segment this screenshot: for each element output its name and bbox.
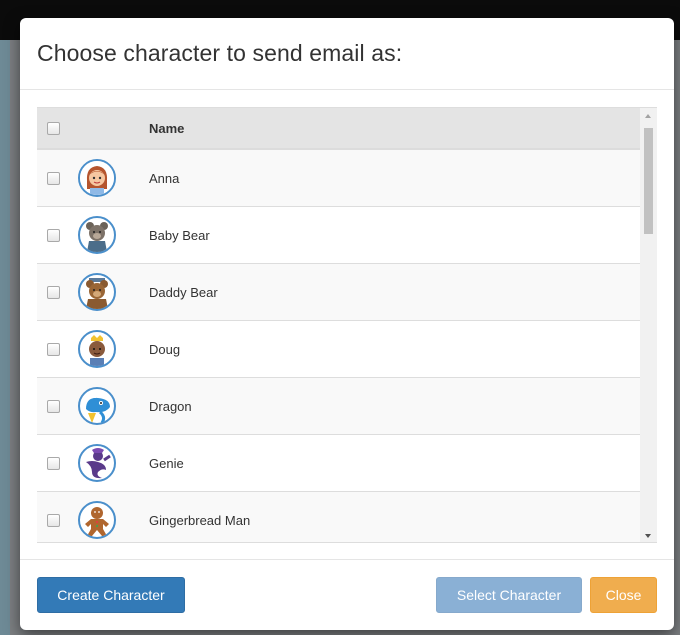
close-button[interactable]: Close <box>590 577 657 613</box>
modal-title: Choose character to send email as: <box>37 40 403 66</box>
table-header-row: Name <box>37 108 640 150</box>
select-character-button[interactable]: Select Character <box>436 577 582 613</box>
row-checkbox[interactable] <box>47 342 60 356</box>
table-row[interactable]: Baby Bear <box>37 207 640 264</box>
character-name: Dragon <box>149 398 192 414</box>
create-character-button[interactable]: Create Character <box>37 577 185 613</box>
modal-footer: Create Character Select Character Close <box>20 559 674 630</box>
character-name: Gingerbread Man <box>149 512 251 528</box>
bear-avatar-icon <box>78 273 116 311</box>
character-name: Daddy Bear <box>149 284 218 300</box>
table-row[interactable]: Daddy Bear <box>37 264 640 321</box>
character-name: Anna <box>149 170 180 186</box>
table-scrollbar[interactable] <box>640 108 657 542</box>
genie-avatar-icon <box>78 444 116 482</box>
scroll-up-arrow-icon[interactable] <box>640 108 657 125</box>
character-name: Genie <box>149 455 184 471</box>
boy-avatar-icon <box>78 330 116 368</box>
background-sidebar-strip <box>0 40 10 635</box>
select-all-checkbox[interactable] <box>47 121 60 135</box>
row-checkbox[interactable] <box>47 456 60 470</box>
modal-header: Choose character to send email as: <box>20 18 674 90</box>
table-row[interactable]: Genie <box>37 435 640 492</box>
row-checkbox[interactable] <box>47 285 60 299</box>
table-row[interactable]: Dragon <box>37 378 640 435</box>
table-row[interactable]: Gingerbread Man <box>37 492 640 542</box>
character-table: Name Anna Baby Bear Daddy Bear Doug Drag… <box>37 107 657 543</box>
row-checkbox[interactable] <box>47 513 60 527</box>
row-checkbox[interactable] <box>47 171 60 185</box>
dragon-avatar-icon <box>78 387 116 425</box>
row-checkbox[interactable] <box>47 228 60 242</box>
scrollbar-thumb[interactable] <box>644 128 653 234</box>
gingerbread-avatar-icon <box>78 501 116 539</box>
table-row[interactable]: Anna <box>37 150 640 207</box>
bear-avatar-icon <box>78 216 116 254</box>
column-header-name[interactable]: Name <box>149 121 184 136</box>
scroll-down-arrow-icon[interactable] <box>640 527 657 542</box>
table-row[interactable]: Doug <box>37 321 640 378</box>
choose-character-modal: Choose character to send email as: Name <box>20 18 674 630</box>
character-name: Doug <box>149 341 181 357</box>
row-checkbox[interactable] <box>47 399 60 413</box>
character-name: Baby Bear <box>149 227 210 243</box>
girl-avatar-icon <box>78 159 116 197</box>
